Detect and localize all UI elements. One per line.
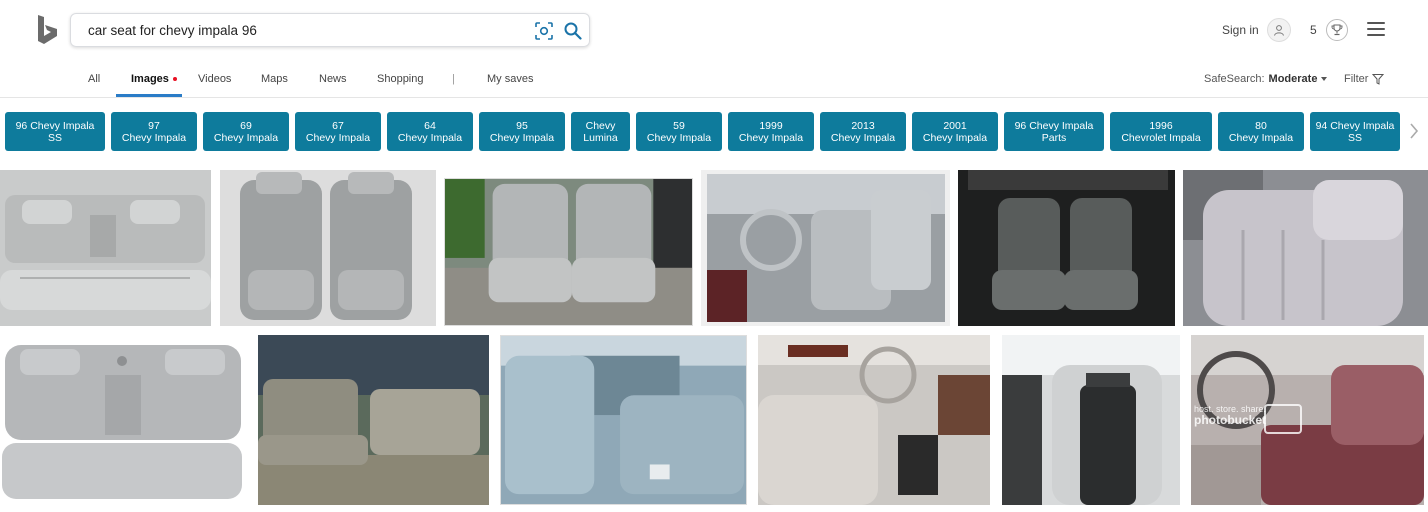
chip-line-1: 2013 (851, 119, 875, 132)
chip-line-2: Chevy Impala (121, 131, 187, 144)
bing-logo[interactable] (36, 14, 60, 46)
tab-images[interactable]: Images (131, 73, 177, 85)
watermark-brand: photobucket (1194, 413, 1266, 427)
chip-line-2: Chevy Impala (1228, 131, 1294, 144)
chip-line-2: Chevy Impala (397, 131, 463, 144)
header-bar: car seat for chevy impala 96 Sign in 5 A… (0, 0, 1428, 98)
hamburger-menu-icon[interactable] (1367, 22, 1385, 36)
chevron-down-icon (1321, 77, 1328, 82)
chip-line-2: Lumina (583, 131, 618, 144)
related-chip[interactable]: 1996 Chevrolet Impala (1110, 112, 1212, 151)
search-query-text[interactable]: car seat for chevy impala 96 (88, 23, 257, 38)
image-result[interactable] (500, 335, 747, 505)
tab-my-saves[interactable]: My saves (487, 73, 533, 85)
tab-shopping[interactable]: Shopping (377, 73, 424, 85)
image-result[interactable] (1002, 335, 1180, 505)
filter-icon (1372, 74, 1385, 85)
trophy-icon[interactable] (1325, 19, 1348, 41)
image-result[interactable] (958, 170, 1175, 326)
image-result[interactable] (1183, 170, 1428, 326)
chip-line-1: 95 (516, 119, 528, 132)
sign-in-button[interactable]: Sign in (1222, 18, 1291, 42)
related-chip[interactable]: 80 Chevy Impala (1218, 112, 1304, 151)
image-result[interactable] (444, 178, 693, 326)
chip-line-1: 1996 (1149, 119, 1173, 132)
tab-all[interactable]: All (88, 73, 100, 85)
filter-button[interactable]: Filter (1344, 73, 1385, 85)
rewards-count: 5 (1310, 23, 1317, 37)
related-chip[interactable]: 69 Chevy Impala (203, 112, 289, 151)
related-chip[interactable]: 1999 Chevy Impala (728, 112, 814, 151)
visual-search-icon[interactable] (533, 20, 555, 42)
filter-label: Filter (1344, 73, 1369, 85)
search-icon[interactable] (561, 19, 585, 43)
chip-line-1: 97 (148, 119, 160, 132)
related-chip[interactable]: 64 Chevy Impala (387, 112, 473, 151)
safesearch-dropdown[interactable]: SafeSearch: Moderate (1204, 73, 1328, 85)
chip-line-1: 80 (1255, 119, 1267, 132)
chip-line-1: 2001 (943, 119, 967, 132)
image-result[interactable] (758, 335, 990, 505)
chip-line-2: Chevy Impala (922, 131, 988, 144)
chip-line-1: 96 Chevy Impala (15, 119, 95, 132)
chip-line-1: 59 (673, 119, 685, 132)
chip-line-2: Chevy Impala (830, 131, 896, 144)
chevron-right-icon[interactable] (1404, 120, 1424, 142)
image-result[interactable] (0, 335, 247, 505)
related-chip[interactable]: 96 Chevy Impala Parts (1004, 112, 1104, 151)
nav-separator: | (452, 73, 455, 85)
chip-line-1: 96 Chevy Impala (1014, 119, 1094, 132)
tab-maps[interactable]: Maps (261, 73, 288, 85)
safesearch-label: SafeSearch: (1204, 73, 1265, 85)
search-input[interactable]: car seat for chevy impala 96 (70, 13, 590, 47)
chip-line-2: Chevrolet Impala (1121, 131, 1201, 144)
chip-line-2: SS (1347, 131, 1362, 144)
image-result[interactable] (701, 170, 950, 326)
related-chip[interactable]: 95 Chevy Impala (479, 112, 565, 151)
chip-line-2: SS (47, 131, 62, 144)
related-chip[interactable]: 97 Chevy Impala (111, 112, 197, 151)
chip-line-2: Parts (1041, 131, 1067, 144)
image-result[interactable] (258, 335, 489, 505)
chip-line-2: Chevy Impala (646, 131, 712, 144)
related-chip[interactable]: 94 Chevy Impala SS (1310, 112, 1400, 151)
related-chip[interactable]: Chevy Lumina (571, 112, 630, 151)
related-chip[interactable]: 59 Chevy Impala (636, 112, 722, 151)
tab-videos[interactable]: Videos (198, 73, 231, 85)
tab-images-label: Images (131, 73, 169, 85)
tab-news[interactable]: News (319, 73, 347, 85)
related-chip[interactable]: 96 Chevy Impala SS (5, 112, 105, 151)
chip-line-2: Chevy Impala (305, 131, 371, 144)
chip-line-1: 69 (240, 119, 252, 132)
rewards-button[interactable]: 5 (1310, 18, 1348, 42)
chip-line-2: Chevy Impala (738, 131, 804, 144)
chip-line-1: 64 (424, 119, 436, 132)
related-chip[interactable]: 67 Chevy Impala (295, 112, 381, 151)
active-tab-indicator (116, 94, 182, 97)
sign-in-label: Sign in (1222, 23, 1259, 37)
related-chip[interactable]: 2001 Chevy Impala (912, 112, 998, 151)
chip-line-2: Chevy Impala (489, 131, 555, 144)
safesearch-value: Moderate (1268, 73, 1318, 85)
camera-watermark-icon (1264, 404, 1302, 434)
user-avatar-icon[interactable] (1266, 18, 1291, 42)
chip-line-1: 94 Chevy Impala (1315, 119, 1395, 132)
photobucket-watermark: host. store. share. photobucket (1194, 404, 1274, 426)
image-result[interactable] (0, 170, 211, 326)
chip-line-1: Chevy (585, 119, 616, 132)
chip-line-2: Chevy Impala (213, 131, 279, 144)
chip-line-1: 1999 (759, 119, 783, 132)
notification-dot (172, 77, 177, 82)
related-chip[interactable]: 2013 Chevy Impala (820, 112, 906, 151)
image-result[interactable] (220, 170, 436, 326)
chip-line-1: 67 (332, 119, 344, 132)
